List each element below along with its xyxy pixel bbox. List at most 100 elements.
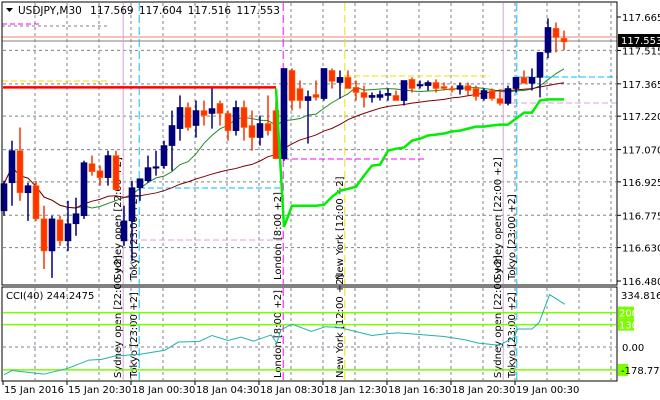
candle-body [16, 150, 24, 194]
mt4-chart-window[interactable]: Sydney open [22:00 +2] Sydney open [22:00… [0, 0, 660, 400]
candle-body [288, 70, 296, 101]
candle-body [488, 90, 496, 99]
candle-body [88, 163, 96, 172]
candle-body [440, 86, 448, 89]
candle-body [432, 82, 440, 89]
price-label: 117.665 [622, 13, 660, 24]
price-label: 116.630 [622, 244, 660, 255]
time-label: 15 Jan 2016 [4, 385, 64, 396]
price-label: 117.515 [622, 46, 660, 57]
candle-body [24, 185, 32, 194]
chart-header: USDJPY,M30 117.569 117.604 117.516 117.5… [18, 5, 280, 17]
candle-body [456, 85, 464, 90]
bull-candle [504, 85, 512, 106]
candle-body [416, 84, 424, 87]
candle-body [376, 94, 384, 98]
candle-body [224, 113, 232, 131]
bear-candle [112, 150, 120, 191]
candle-body [128, 187, 136, 222]
time-label: 18 Jan 04:30 [196, 385, 259, 396]
close-value: 117.553 [236, 5, 279, 17]
time-label: 18 Jan 20:30 [452, 385, 515, 396]
price-label: 116.480 [622, 277, 660, 288]
session-label-cci: Tokyo [23:00 +2] [507, 292, 518, 379]
time-label: 18 Jan 16:30 [388, 385, 451, 396]
candle-body [464, 85, 472, 91]
session-label-cci: Sydney open [22:00 +2] [113, 255, 124, 378]
candle-body [112, 155, 120, 190]
candle-body [520, 77, 528, 84]
cci-130-label: 130 [619, 321, 638, 332]
candle-body [104, 155, 112, 178]
candle-body [328, 70, 336, 82]
candle-body [96, 170, 104, 178]
candle-body [336, 77, 344, 83]
session-label-cci: Tokyo [23:00 +2] [129, 292, 140, 379]
cci-title: CCI(40) 244.2475 [6, 291, 94, 302]
candle-body [168, 125, 176, 146]
cci-200-label: 200 [619, 309, 638, 320]
candle-body [32, 185, 40, 220]
cci-min-label: -178.7706 [621, 366, 660, 377]
candle-body [496, 98, 504, 104]
candle-body [408, 79, 416, 89]
candle-body [448, 88, 456, 91]
candle-body [560, 38, 568, 43]
time-label: 19 Jan 00:30 [516, 385, 579, 396]
session-label-cci: Sydney open [22:00 +2] [493, 255, 504, 378]
low-value: 117.516 [188, 5, 232, 17]
price-label: 116.775 [622, 211, 660, 222]
candle-body [152, 166, 160, 169]
candle-body [56, 219, 64, 242]
candle-body [184, 107, 192, 128]
time-label: 18 Jan 12:30 [324, 385, 387, 396]
candle-body [384, 93, 392, 96]
price-label: 117.070 [622, 146, 660, 157]
bear-candle [488, 88, 496, 101]
time-label: 18 Jan 08:30 [260, 385, 323, 396]
candle-body [144, 167, 152, 182]
candle-body [64, 223, 72, 242]
candle-body [264, 123, 272, 131]
candle-body [512, 77, 520, 89]
price-axis[interactable]: 117.665 117.515 117.365 117.220 117.070 116.9… [617, 13, 660, 288]
candle-body [256, 123, 264, 138]
candle-body [192, 110, 200, 126]
candle-body [160, 145, 168, 166]
candle-body [472, 88, 480, 97]
candle-body [40, 218, 48, 252]
candle-body [240, 107, 248, 128]
bear-candle [32, 180, 40, 221]
price-label: 117.365 [622, 80, 660, 91]
candle-body [208, 108, 216, 114]
bull-candle [320, 68, 328, 101]
bull-candle [280, 68, 288, 161]
candle-body [360, 92, 368, 98]
price-label: 117.220 [622, 112, 660, 123]
candle-body [136, 178, 144, 188]
candle-body [200, 110, 208, 116]
session-label-cci: London [8:00 +2] [273, 290, 284, 378]
candle-body [368, 95, 376, 98]
high-value: 117.604 [139, 5, 183, 17]
candle-body [72, 213, 80, 225]
candle-body [304, 96, 312, 101]
candle-body [400, 80, 408, 101]
candle-body [424, 82, 432, 86]
current-price-label: 117.553 [621, 36, 660, 47]
candle-body [528, 77, 536, 84]
candle-body [480, 90, 488, 99]
candle-body [176, 107, 184, 129]
candle-body [48, 218, 56, 252]
candle-body [536, 52, 544, 78]
candle-body [344, 77, 352, 89]
candle-body [280, 68, 288, 160]
open-value: 117.569 [90, 5, 133, 17]
candle-body [296, 88, 304, 101]
candle-body [320, 68, 328, 99]
candle-body [352, 87, 360, 93]
candle-body [392, 95, 400, 101]
time-label: 15 Jan 20:30 [68, 385, 131, 396]
bull-candle [80, 160, 88, 219]
candle-body [216, 103, 224, 114]
